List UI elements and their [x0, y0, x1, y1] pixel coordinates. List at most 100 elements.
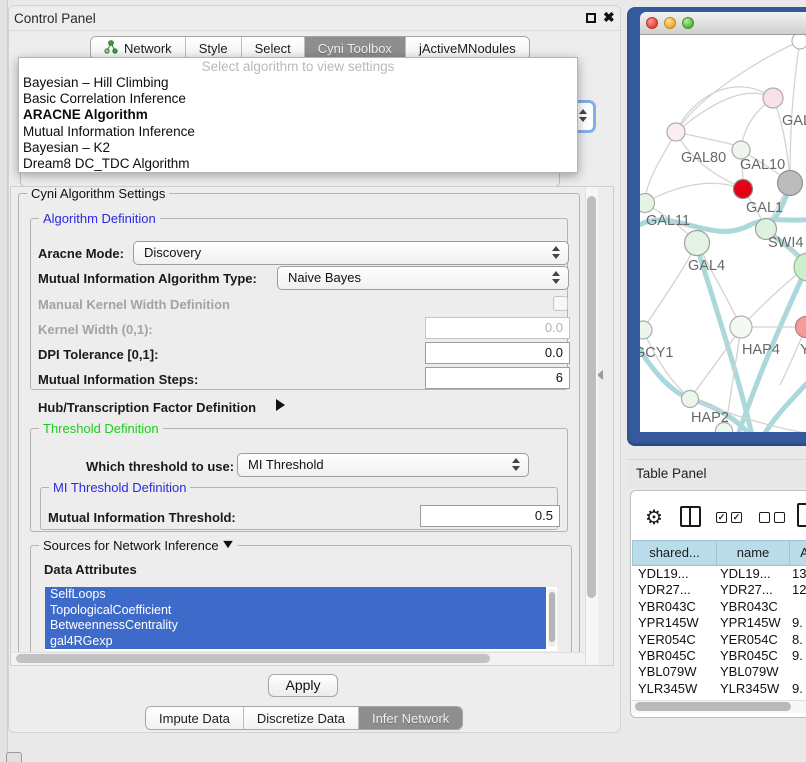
columns-icon[interactable]	[680, 506, 701, 527]
kernel-width-label: Kernel Width (0,1):	[38, 322, 153, 337]
manual-kernel-width-checkbox[interactable]	[553, 296, 568, 311]
list-item[interactable]: BetweennessCentrality	[45, 618, 546, 634]
node-label: Y	[800, 342, 806, 358]
dropdown-item[interactable]: Dream8 DC_TDC Algorithm	[19, 156, 577, 172]
collapse-arrow-icon[interactable]	[276, 399, 285, 411]
node-gal4[interactable]	[685, 231, 710, 256]
node-label: GAL80	[681, 150, 726, 166]
node-gray[interactable]	[778, 171, 803, 196]
combo-arrows-icon	[552, 271, 560, 284]
column-header-shared-name[interactable]: shared...	[632, 540, 717, 566]
node-hap2[interactable]	[682, 391, 699, 408]
table-row[interactable]: YBL079W YBL079W	[632, 664, 806, 680]
tab-impute-data[interactable]: Impute Data	[146, 707, 244, 729]
node[interactable]	[792, 35, 806, 49]
float-window-icon[interactable]	[586, 13, 596, 23]
node[interactable]	[763, 88, 783, 108]
node-label: GAL10	[740, 157, 785, 173]
node-selected-red[interactable]	[734, 180, 753, 199]
threshold-definition-title: Threshold Definition	[39, 421, 163, 436]
node-label: SWI4	[768, 235, 803, 251]
dpi-tolerance-field[interactable]: 0.0	[425, 342, 570, 364]
table-panel-title: Table Panel	[636, 466, 707, 481]
node-salmon[interactable]	[796, 317, 806, 338]
network-canvas[interactable]: GAL GAL80 GAL10 GAL1 GAL11 SWI4 GAL4 GCY…	[640, 35, 806, 432]
close-icon[interactable]: ✖	[603, 9, 615, 26]
combo-arrows-icon	[512, 458, 520, 471]
list-item[interactable]: gal4RGexp	[45, 634, 546, 650]
network-icon	[104, 40, 118, 57]
table-hscrollbar-thumb[interactable]	[635, 702, 791, 711]
network-window-titlebar[interactable]	[640, 12, 806, 35]
tab-style[interactable]: Style	[186, 37, 242, 59]
tab-network[interactable]: Network	[91, 37, 186, 59]
node-label: HAP4	[742, 342, 780, 358]
tab-cyni-toolbox[interactable]: Cyni Toolbox	[305, 37, 406, 59]
app-root: Control Panel ✖ Network Style Select Cyn…	[0, 0, 806, 762]
node-hap4[interactable]	[730, 316, 752, 338]
checkbox-checked-icon[interactable]: ✓	[716, 512, 727, 523]
checkbox-checked-icon[interactable]: ✓	[731, 512, 742, 523]
settings-vscrollbar-thumb[interactable]	[587, 196, 596, 598]
close-traffic-light-icon[interactable]	[646, 17, 658, 29]
apply-button[interactable]: Apply	[268, 674, 338, 697]
table-rows: YDL19... YDL19... 13 YDR27... YDR27... 1…	[632, 566, 806, 700]
control-panel-titlebar	[9, 6, 620, 31]
node-label: GAL	[782, 113, 806, 129]
column-header-partial[interactable]: A	[790, 540, 806, 566]
minimized-panel-icon[interactable]	[6, 752, 22, 762]
which-threshold-label: Which threshold to use:	[86, 459, 234, 474]
checkbox-unchecked-icon[interactable]	[759, 512, 770, 523]
table-row[interactable]: YPR145W YPR145W 9.	[632, 615, 806, 631]
node-label: GAL11	[646, 213, 690, 229]
dropdown-item[interactable]: Basic Correlation Inference	[19, 91, 577, 107]
settings-hscrollbar-thumb[interactable]	[16, 654, 490, 663]
mi-steps-field[interactable]: 6	[425, 367, 570, 389]
node-gal11[interactable]	[640, 194, 655, 213]
tab-jactivemnodules[interactable]: jActiveMNodules	[406, 37, 529, 59]
manual-kernel-width-label: Manual Kernel Width Definition	[38, 297, 230, 312]
kernel-width-field[interactable]: 0.0	[425, 317, 570, 339]
node[interactable]	[794, 253, 806, 281]
document-icon[interactable]	[797, 503, 806, 527]
dropdown-item[interactable]: Bayesian – Hill Climbing	[19, 75, 577, 91]
node-label: GAL4	[688, 258, 725, 274]
table-row[interactable]: YDR27... YDR27... 12	[632, 582, 806, 598]
tab-discretize-data[interactable]: Discretize Data	[244, 707, 359, 729]
mi-threshold-group-title: MI Threshold Definition	[49, 480, 190, 495]
table-row[interactable]: YDL19... YDL19... 13	[632, 566, 806, 582]
list-scrollbar[interactable]	[548, 589, 556, 647]
mi-algorithm-type-combo[interactable]: Naive Bayes	[277, 266, 569, 290]
table-header: shared... name A	[632, 540, 806, 566]
which-threshold-combo[interactable]: MI Threshold	[237, 453, 529, 477]
node-label: GCY1	[640, 345, 674, 361]
data-attributes-list: SelfLoops TopologicalCoefficient Between…	[45, 587, 557, 651]
tab-select[interactable]: Select	[242, 37, 305, 59]
mi-algorithm-type-label: Mutual Information Algorithm Type:	[38, 271, 257, 286]
checkbox-unchecked-icon[interactable]	[774, 512, 785, 523]
dpi-tolerance-label: DPI Tolerance [0,1]:	[38, 347, 158, 362]
hub-section-label: Hub/Transcription Factor Definition	[38, 400, 256, 415]
column-header-name[interactable]: name	[717, 540, 790, 566]
tab-infer-network[interactable]: Infer Network	[359, 707, 462, 729]
dropdown-item[interactable]: Mutual Information Inference	[19, 124, 577, 140]
aracne-mode-combo[interactable]: Discovery	[133, 241, 569, 265]
node-label: HAP2	[691, 410, 729, 426]
node-gcy1[interactable]	[640, 321, 652, 339]
list-item[interactable]: SelfLoops	[45, 587, 546, 603]
dropdown-item-selected[interactable]: ARACNE Algorithm	[19, 107, 577, 123]
table-row[interactable]: YER054C YER054C 8.	[632, 632, 806, 648]
mi-threshold-label: Mutual Information Threshold:	[48, 510, 236, 525]
table-row[interactable]: YBR043C YBR043C	[632, 599, 806, 615]
dropdown-placeholder: Select algorithm to view settings	[19, 58, 577, 75]
dropdown-item[interactable]: Bayesian – K2	[19, 140, 577, 156]
table-row[interactable]: YBR045C YBR045C 9.	[632, 648, 806, 664]
expand-arrow-icon[interactable]	[223, 541, 233, 548]
zoom-traffic-light-icon[interactable]	[682, 17, 694, 29]
gear-icon[interactable]: ⚙	[645, 505, 663, 530]
list-item[interactable]: TopologicalCoefficient	[45, 603, 546, 619]
table-row[interactable]: YLR345W YLR345W 9.	[632, 681, 806, 697]
node-gal80[interactable]	[667, 123, 685, 141]
mi-threshold-field[interactable]: 0.5	[420, 505, 560, 527]
minimize-traffic-light-icon[interactable]	[664, 17, 676, 29]
